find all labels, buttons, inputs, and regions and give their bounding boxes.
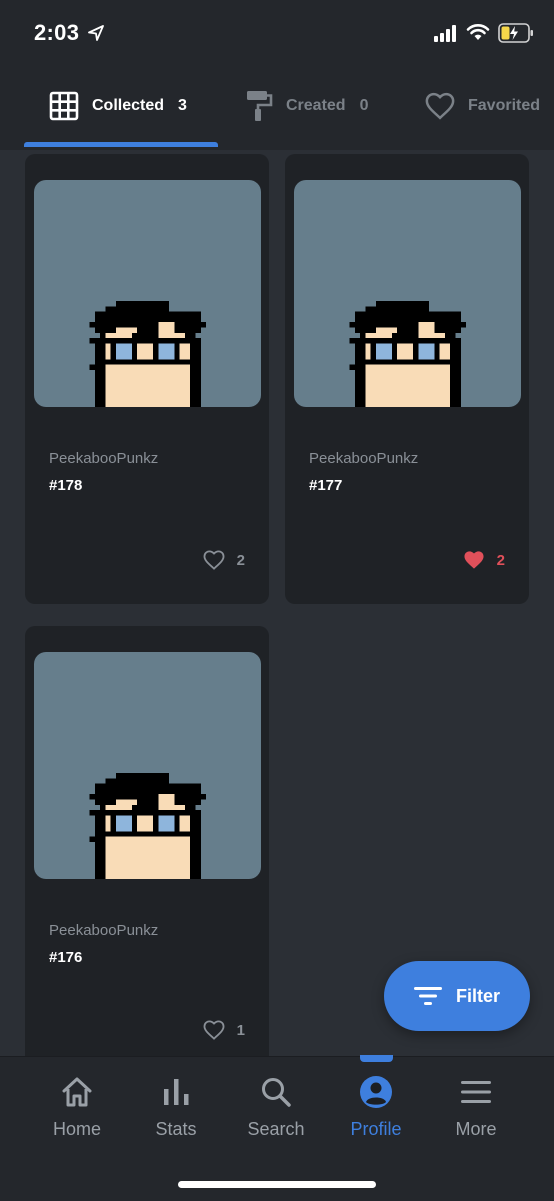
nav-stats[interactable]: Stats xyxy=(126,1075,226,1140)
like-control[interactable]: 1 xyxy=(203,1020,245,1040)
tab-label: Created xyxy=(286,97,346,114)
tab-favorited[interactable]: Favorited xyxy=(424,78,540,134)
filter-label: Filter xyxy=(455,985,500,1006)
like-count: 2 xyxy=(236,551,245,569)
nav-search[interactable]: Search xyxy=(226,1075,326,1140)
home-icon xyxy=(62,1077,92,1107)
like-count: 1 xyxy=(236,1021,245,1039)
nav-home[interactable]: Home xyxy=(27,1075,127,1140)
nav-more[interactable]: More xyxy=(426,1075,526,1140)
menu-icon xyxy=(461,1081,491,1103)
collection-name: PeekabooPunkz xyxy=(309,450,419,467)
filter-icon xyxy=(413,987,442,1005)
grid-icon xyxy=(48,90,80,122)
collection-name: PeekabooPunkz xyxy=(49,450,159,467)
nft-image xyxy=(34,180,261,407)
nft-image xyxy=(294,180,521,407)
cellular-signal-icon xyxy=(434,25,456,42)
tab-count: 3 xyxy=(178,97,187,114)
like-control[interactable]: 2 xyxy=(463,550,505,570)
bar-chart-icon xyxy=(164,1079,189,1105)
search-icon xyxy=(262,1078,291,1107)
heart-outline-icon xyxy=(203,1020,225,1040)
nft-image xyxy=(34,652,261,879)
token-id: #178 xyxy=(49,477,83,494)
token-id: #177 xyxy=(309,477,343,494)
tab-label: Favorited xyxy=(468,97,541,114)
paint-roller-icon xyxy=(242,90,274,122)
tab-count: 0 xyxy=(359,97,369,114)
nav-label: More xyxy=(455,1119,497,1139)
nav-label: Search xyxy=(247,1119,305,1139)
tab-collected[interactable]: Collected 3 xyxy=(48,78,187,134)
heart-filled-icon xyxy=(464,551,484,569)
status-bar: 2:03 xyxy=(0,0,554,66)
like-count: 2 xyxy=(496,551,505,569)
location-arrow-icon xyxy=(88,25,104,41)
battery-charging-icon xyxy=(498,23,533,43)
nav-label: Home xyxy=(52,1119,101,1139)
nav-label: Stats xyxy=(155,1119,197,1139)
status-time: 2:03 xyxy=(34,20,80,45)
collection-name: PeekabooPunkz xyxy=(49,922,159,939)
tab-created[interactable]: Created 0 xyxy=(242,78,368,134)
wifi-icon xyxy=(466,24,490,40)
tab-label: Collected xyxy=(92,97,165,114)
nav-profile[interactable]: Profile xyxy=(326,1075,426,1140)
home-indicator xyxy=(178,1181,376,1188)
nft-card[interactable]: PeekabooPunkz #177 2 xyxy=(285,154,529,604)
bottom-nav: Home Stats Search Profile More xyxy=(0,1055,554,1201)
active-nav-marker xyxy=(360,1055,393,1062)
profile-tabs: Collected 3 Created 0 Favorited xyxy=(0,78,554,150)
active-tab-indicator xyxy=(24,142,218,147)
like-control[interactable]: 2 xyxy=(203,550,245,570)
heart-outline-icon xyxy=(424,90,456,122)
nav-label: Profile xyxy=(350,1119,402,1139)
token-id: #176 xyxy=(49,949,83,966)
profile-icon xyxy=(360,1076,392,1108)
filter-button[interactable]: Filter xyxy=(384,961,530,1031)
heart-outline-icon xyxy=(203,550,225,570)
nft-card[interactable]: PeekabooPunkz #176 1 xyxy=(25,626,269,1076)
nft-card[interactable]: PeekabooPunkz #178 2 xyxy=(25,154,269,604)
